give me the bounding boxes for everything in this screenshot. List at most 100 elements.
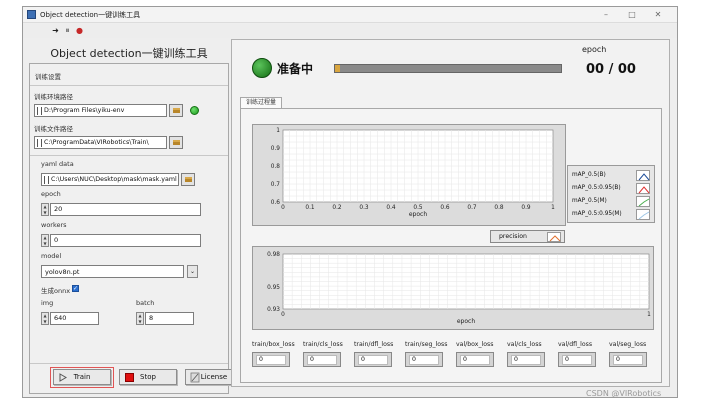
app-icon (27, 10, 36, 19)
divider (30, 85, 228, 86)
y-tick-label: 0.9 (271, 146, 281, 152)
onnx-label: 生成onnx (41, 287, 71, 295)
loss-label: val/box_loss (456, 341, 494, 348)
yaml-browse-button[interactable] (181, 173, 195, 186)
x-tick-label: 0 (281, 312, 285, 318)
batch-label: batch (136, 299, 155, 307)
training-progress-bar (334, 64, 562, 73)
yaml-label: yaml data (41, 160, 74, 168)
x-tick-label: 0.8 (494, 205, 504, 211)
line-swatch-icon (547, 232, 561, 242)
train-button-label: Train (73, 373, 91, 381)
chevron-down-icon[interactable]: ⌄ (187, 265, 198, 278)
maximize-button[interactable]: □ (621, 8, 643, 21)
loss-value: 0 (409, 355, 439, 365)
train-path-value: C:\ProgramData\VIRobotics\Train\ (44, 139, 149, 146)
loss-label: val/dfl_loss (558, 341, 593, 348)
status-led (252, 58, 272, 78)
epoch-status-value: 00 / 00 (586, 62, 636, 77)
spinner-icon[interactable]: ▲ ▼ (41, 312, 49, 325)
loss-value: 0 (256, 355, 286, 365)
loss-indicator: 0 (405, 352, 443, 367)
env-status-led (190, 106, 199, 115)
x-tick-label: 0.4 (386, 205, 396, 211)
loss-value: 0 (613, 355, 643, 365)
loss-value: 0 (511, 355, 541, 365)
precision-chart-svg: 0 1 0.98 0.95 0.93 epoch (267, 252, 651, 325)
stop-button[interactable]: Stop (119, 369, 177, 385)
spinner-icon[interactable]: ▲ ▼ (41, 234, 49, 247)
settings-section-label: 训练设置 (35, 73, 61, 81)
pause-icon[interactable]: ⏸ (63, 26, 72, 35)
run-arrow-icon[interactable]: ➜ (51, 26, 60, 35)
divider (30, 363, 228, 364)
img-value[interactable]: 640 (50, 312, 99, 325)
line-swatch-icon (636, 170, 650, 181)
x-tick-label: 0.9 (521, 205, 531, 211)
map-chart-svg: 0 0.1 0.2 0.3 0.4 0.5 0.6 0.7 0.8 0.9 110.90.80.70… (271, 128, 555, 218)
loss-label: train/box_loss (252, 341, 295, 348)
folder-icon (173, 108, 180, 113)
x-tick-label: 0.7 (467, 205, 477, 211)
legend-item[interactable]: mAP_0.5:0.95(M) (572, 209, 652, 220)
train-button[interactable]: Train (53, 369, 111, 385)
epoch-label: epoch (41, 190, 61, 198)
loss-indicator: 0 (354, 352, 392, 367)
y-tick-label: 0.98 (267, 252, 280, 258)
close-button[interactable]: ✕ (647, 8, 669, 21)
workers-stepper[interactable]: ▲ ▼ 0 (41, 234, 201, 247)
precision-chart: 0 1 0.98 0.95 0.93 epoch (252, 246, 654, 330)
abort-icon[interactable]: ● (75, 26, 84, 35)
precision-legend-button[interactable]: precision (490, 230, 565, 243)
train-path-browse-button[interactable] (169, 136, 183, 149)
y-tick-label: 0.6 (271, 200, 281, 206)
loss-value: 0 (562, 355, 592, 365)
status-text: 准备中 (277, 62, 314, 76)
app-heading: Object detection一键训练工具 (50, 47, 208, 60)
legend-item[interactable]: mAP_0.5(M) (572, 196, 652, 207)
epoch-value[interactable]: 20 (50, 203, 201, 216)
x-tick-label: 1 (551, 205, 555, 211)
y-tick-label: 0.93 (267, 307, 280, 313)
loss-value: 0 (358, 355, 388, 365)
model-label: model (41, 252, 62, 260)
env-path-input[interactable]: D:\Program Files\yiku-env (34, 104, 167, 117)
batch-value[interactable]: 8 (145, 312, 194, 325)
train-path-input[interactable]: C:\ProgramData\VIRobotics\Train\ (34, 136, 167, 149)
yaml-path-input[interactable]: C:\Users\NUC\Desktop\mask\mask.yaml (41, 173, 179, 186)
license-button-label: License (200, 373, 228, 381)
y-tick-label: 0.95 (267, 285, 280, 291)
img-stepper[interactable]: ▲ ▼ 640 (41, 312, 99, 325)
epoch-stepper[interactable]: ▲ ▼ 20 (41, 203, 201, 216)
line-swatch-icon (636, 209, 650, 220)
tab-training-metrics[interactable]: 训练过程量 (240, 97, 283, 108)
x-axis-label: epoch (457, 318, 475, 325)
x-tick-label: 0 (281, 205, 285, 211)
spinner-icon[interactable]: ▲ ▼ (136, 312, 144, 325)
env-path-browse-button[interactable] (169, 104, 183, 117)
license-button[interactable]: License (185, 369, 233, 385)
batch-stepper[interactable]: ▲ ▼ 8 (136, 312, 194, 325)
minimize-button[interactable]: – (595, 8, 617, 21)
legend-label: mAP_0.5:0.95(M) (572, 211, 622, 217)
spinner-icon[interactable]: ▲ ▼ (41, 203, 49, 216)
x-tick-label: 0.6 (440, 205, 450, 211)
x-tick-label: 0.2 (332, 205, 342, 211)
legend-item[interactable]: mAP_0.5(B) (572, 170, 652, 181)
onnx-checkbox[interactable]: ✓ (72, 285, 79, 292)
model-select[interactable]: yolov8n.pt (41, 265, 184, 278)
title-bar: Object detection一键训练工具 – □ ✕ (23, 7, 677, 23)
x-tick-label: 0.3 (359, 205, 369, 211)
yaml-path-value: C:\Users\NUC\Desktop\mask\mask.yaml (51, 176, 177, 183)
workers-label: workers (41, 221, 67, 229)
legend-item[interactable]: mAP_0.5:0.95(B) (572, 183, 652, 194)
stop-button-label: Stop (140, 373, 156, 381)
legend-label: mAP_0.5(M) (572, 198, 607, 204)
path-icon (44, 176, 49, 184)
workers-value[interactable]: 0 (50, 234, 201, 247)
x-tick-label: 0.1 (305, 205, 315, 211)
legend-label: mAP_0.5(B) (572, 172, 606, 178)
img-label: img (41, 299, 54, 307)
loss-indicator: 0 (303, 352, 341, 367)
folder-icon (185, 177, 192, 182)
